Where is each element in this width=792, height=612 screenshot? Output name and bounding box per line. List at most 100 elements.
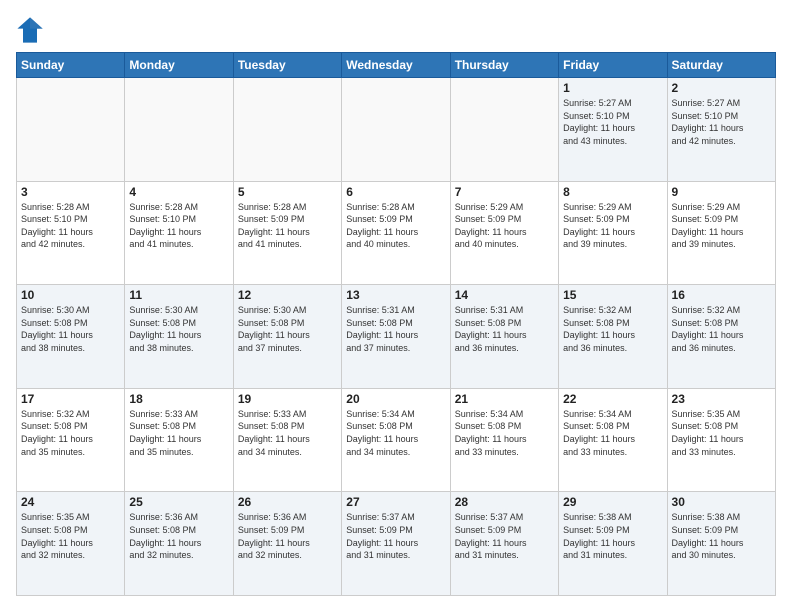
day-info: Sunrise: 5:29 AM Sunset: 5:09 PM Dayligh… [563,201,662,251]
calendar-cell [17,78,125,182]
weekday-monday: Monday [125,53,233,78]
day-info: Sunrise: 5:33 AM Sunset: 5:08 PM Dayligh… [238,408,337,458]
calendar-cell: 18 Sunrise: 5:33 AM Sunset: 5:08 PM Dayli… [125,388,233,492]
day-info: Sunrise: 5:32 AM Sunset: 5:08 PM Dayligh… [21,408,120,458]
calendar-cell: 12 Sunrise: 5:30 AM Sunset: 5:08 PM Dayli… [233,285,341,389]
day-number: 29 [563,495,662,509]
calendar-body: 1 Sunrise: 5:27 AM Sunset: 5:10 PM Daylig… [17,78,776,596]
calendar-cell: 23 Sunrise: 5:35 AM Sunset: 5:08 PM Dayli… [667,388,775,492]
weekday-saturday: Saturday [667,53,775,78]
day-info: Sunrise: 5:27 AM Sunset: 5:10 PM Dayligh… [672,97,771,147]
week-row-0: 1 Sunrise: 5:27 AM Sunset: 5:10 PM Daylig… [17,78,776,182]
weekday-friday: Friday [559,53,667,78]
calendar-cell [450,78,558,182]
day-number: 10 [21,288,120,302]
day-info: Sunrise: 5:28 AM Sunset: 5:10 PM Dayligh… [129,201,228,251]
day-info: Sunrise: 5:37 AM Sunset: 5:09 PM Dayligh… [455,511,554,561]
calendar-cell: 19 Sunrise: 5:33 AM Sunset: 5:08 PM Dayli… [233,388,341,492]
calendar-cell: 20 Sunrise: 5:34 AM Sunset: 5:08 PM Dayli… [342,388,450,492]
calendar-cell: 6Sunrise: 5:28 AM Sunset: 5:09 PM Daylig… [342,181,450,285]
calendar-cell: 13 Sunrise: 5:31 AM Sunset: 5:08 PM Dayli… [342,285,450,389]
day-info: Sunrise: 5:38 AM Sunset: 5:09 PM Dayligh… [563,511,662,561]
calendar-cell: 28 Sunrise: 5:37 AM Sunset: 5:09 PM Dayli… [450,492,558,596]
day-info: Sunrise: 5:33 AM Sunset: 5:08 PM Dayligh… [129,408,228,458]
day-number: 18 [129,392,228,406]
calendar-cell: 17 Sunrise: 5:32 AM Sunset: 5:08 PM Dayli… [17,388,125,492]
day-info: Sunrise: 5:28 AM Sunset: 5:09 PM Dayligh… [238,201,337,251]
day-number: 17 [21,392,120,406]
calendar-cell: 30Sunrise: 5:38 AM Sunset: 5:09 PM Dayli… [667,492,775,596]
calendar-cell: 2 Sunrise: 5:27 AM Sunset: 5:10 PM Daylig… [667,78,775,182]
day-number: 23 [672,392,771,406]
calendar-cell [342,78,450,182]
day-number: 28 [455,495,554,509]
calendar-cell: 3 Sunrise: 5:28 AM Sunset: 5:10 PM Daylig… [17,181,125,285]
day-number: 19 [238,392,337,406]
day-number: 27 [346,495,445,509]
calendar-cell: 27 Sunrise: 5:37 AM Sunset: 5:09 PM Dayli… [342,492,450,596]
day-number: 21 [455,392,554,406]
day-info: Sunrise: 5:29 AM Sunset: 5:09 PM Dayligh… [455,201,554,251]
calendar-cell: 16 Sunrise: 5:32 AM Sunset: 5:08 PM Dayli… [667,285,775,389]
calendar-cell: 10 Sunrise: 5:30 AM Sunset: 5:08 PM Dayli… [17,285,125,389]
day-number: 8 [563,185,662,199]
calendar-table: SundayMondayTuesdayWednesdayThursdayFrid… [16,52,776,596]
day-number: 2 [672,81,771,95]
day-number: 14 [455,288,554,302]
weekday-thursday: Thursday [450,53,558,78]
day-number: 20 [346,392,445,406]
day-number: 22 [563,392,662,406]
calendar-header: SundayMondayTuesdayWednesdayThursdayFrid… [17,53,776,78]
calendar-cell: 15 Sunrise: 5:32 AM Sunset: 5:08 PM Dayli… [559,285,667,389]
day-info: Sunrise: 5:35 AM Sunset: 5:08 PM Dayligh… [672,408,771,458]
day-info: Sunrise: 5:35 AM Sunset: 5:08 PM Dayligh… [21,511,120,561]
weekday-tuesday: Tuesday [233,53,341,78]
day-info: Sunrise: 5:36 AM Sunset: 5:08 PM Dayligh… [129,511,228,561]
day-info: Sunrise: 5:34 AM Sunset: 5:08 PM Dayligh… [563,408,662,458]
week-row-2: 10 Sunrise: 5:30 AM Sunset: 5:08 PM Dayli… [17,285,776,389]
calendar-cell [233,78,341,182]
day-number: 7 [455,185,554,199]
day-info: Sunrise: 5:34 AM Sunset: 5:08 PM Dayligh… [455,408,554,458]
day-number: 1 [563,81,662,95]
day-number: 25 [129,495,228,509]
day-number: 11 [129,288,228,302]
weekday-sunday: Sunday [17,53,125,78]
week-row-3: 17 Sunrise: 5:32 AM Sunset: 5:08 PM Dayli… [17,388,776,492]
day-info: Sunrise: 5:30 AM Sunset: 5:08 PM Dayligh… [21,304,120,354]
day-info: Sunrise: 5:32 AM Sunset: 5:08 PM Dayligh… [563,304,662,354]
day-number: 15 [563,288,662,302]
day-info: Sunrise: 5:28 AM Sunset: 5:10 PM Dayligh… [21,201,120,251]
day-number: 6 [346,185,445,199]
week-row-4: 24Sunrise: 5:35 AM Sunset: 5:08 PM Dayli… [17,492,776,596]
day-number: 13 [346,288,445,302]
day-info: Sunrise: 5:34 AM Sunset: 5:08 PM Dayligh… [346,408,445,458]
day-number: 3 [21,185,120,199]
day-number: 16 [672,288,771,302]
calendar-cell: 7 Sunrise: 5:29 AM Sunset: 5:09 PM Daylig… [450,181,558,285]
day-info: Sunrise: 5:37 AM Sunset: 5:09 PM Dayligh… [346,511,445,561]
calendar-cell: 8 Sunrise: 5:29 AM Sunset: 5:09 PM Daylig… [559,181,667,285]
calendar-cell: 22 Sunrise: 5:34 AM Sunset: 5:08 PM Dayli… [559,388,667,492]
calendar-cell: 1 Sunrise: 5:27 AM Sunset: 5:10 PM Daylig… [559,78,667,182]
day-info: Sunrise: 5:36 AM Sunset: 5:09 PM Dayligh… [238,511,337,561]
weekday-header-row: SundayMondayTuesdayWednesdayThursdayFrid… [17,53,776,78]
day-number: 12 [238,288,337,302]
calendar-cell: 11 Sunrise: 5:30 AM Sunset: 5:08 PM Dayli… [125,285,233,389]
calendar-cell: 29 Sunrise: 5:38 AM Sunset: 5:09 PM Dayli… [559,492,667,596]
day-info: Sunrise: 5:32 AM Sunset: 5:08 PM Dayligh… [672,304,771,354]
week-row-1: 3 Sunrise: 5:28 AM Sunset: 5:10 PM Daylig… [17,181,776,285]
day-number: 5 [238,185,337,199]
day-info: Sunrise: 5:30 AM Sunset: 5:08 PM Dayligh… [129,304,228,354]
day-info: Sunrise: 5:29 AM Sunset: 5:09 PM Dayligh… [672,201,771,251]
logo-icon [16,16,44,44]
page: SundayMondayTuesdayWednesdayThursdayFrid… [0,0,792,612]
day-info: Sunrise: 5:31 AM Sunset: 5:08 PM Dayligh… [346,304,445,354]
day-number: 26 [238,495,337,509]
day-number: 9 [672,185,771,199]
day-info: Sunrise: 5:27 AM Sunset: 5:10 PM Dayligh… [563,97,662,147]
day-number: 4 [129,185,228,199]
day-info: Sunrise: 5:30 AM Sunset: 5:08 PM Dayligh… [238,304,337,354]
calendar-cell: 21 Sunrise: 5:34 AM Sunset: 5:08 PM Dayli… [450,388,558,492]
calendar-cell: 14Sunrise: 5:31 AM Sunset: 5:08 PM Dayli… [450,285,558,389]
